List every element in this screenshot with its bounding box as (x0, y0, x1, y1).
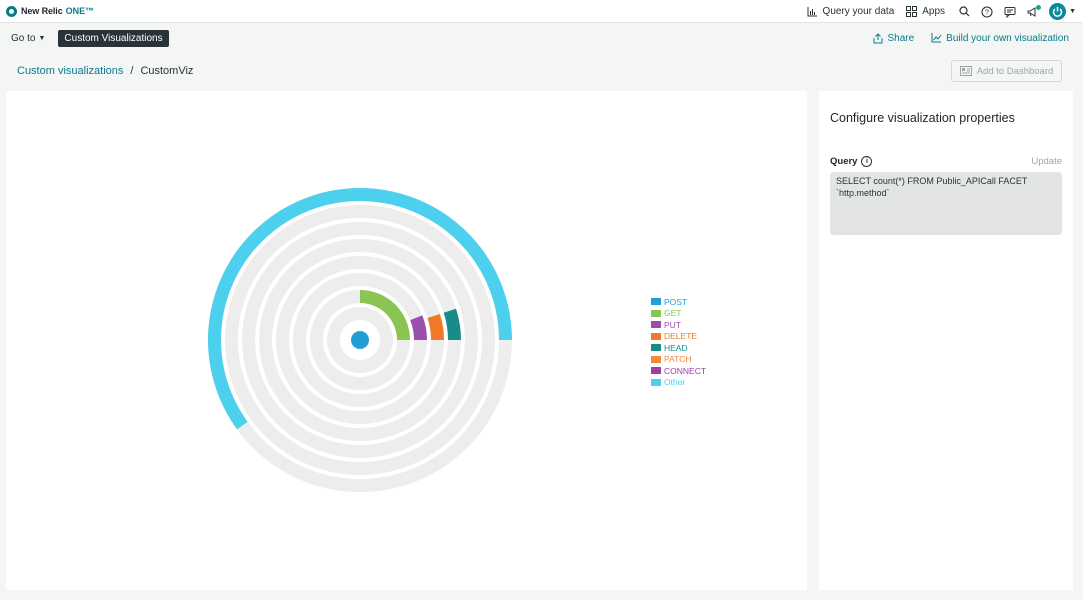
legend-label: PUT (664, 319, 681, 330)
secondary-toolbar: Go to ▼ Custom Visualizations Share Buil… (0, 23, 1083, 53)
legend-swatch (651, 344, 661, 352)
legend-swatch (651, 355, 661, 363)
apps-label: Apps (922, 6, 946, 17)
apps-grid-icon (906, 6, 918, 17)
query-label-group: Query i (830, 156, 873, 167)
chevron-down-icon[interactable]: ▼ (1069, 8, 1076, 15)
legend-label: CONNECT (664, 365, 707, 376)
visualization-panel: POST GET PUT DELETE HEAD PATCH CONNECT Other (6, 91, 807, 590)
breadcrumb: Custom visualizations / CustomViz (17, 65, 193, 77)
brand-logo-group[interactable]: New Relic ONE™ (6, 5, 95, 17)
radial-bar-center-post[interactable] (351, 331, 369, 349)
legend-label: Other (664, 377, 686, 388)
bar-chart-icon (807, 6, 817, 16)
new-relic-logo-icon (6, 5, 17, 17)
legend-item-get[interactable]: GET (651, 308, 706, 320)
top-navigation: New Relic ONE™ Query your data Apps ? ▼ (0, 0, 1083, 23)
legend-item-connect[interactable]: CONNECT (651, 365, 706, 377)
notification-dot (1036, 4, 1042, 10)
power-icon (1052, 7, 1063, 17)
user-avatar[interactable] (1049, 3, 1067, 20)
radial-bar-head[interactable] (443, 308, 461, 340)
help-icon[interactable]: ? (980, 5, 994, 19)
legend-item-put[interactable]: PUT (651, 319, 706, 331)
brand-name: New Relic (21, 6, 63, 16)
legend-label: GET (664, 308, 682, 319)
svg-text:?: ? (985, 9, 989, 16)
legend-swatch (651, 378, 661, 386)
legend-label: POST (664, 296, 688, 307)
legend-label: DELETE (664, 331, 698, 342)
chevron-down-icon: ▼ (38, 34, 46, 42)
query-your-data-label: Query your data (822, 6, 895, 17)
query-input[interactable]: SELECT count(*) FROM Public_APICall FACE… (830, 172, 1062, 235)
goto-label: Go to (11, 32, 36, 44)
legend-item-head[interactable]: HEAD (651, 342, 706, 354)
share-label: Share (887, 32, 915, 44)
update-button[interactable]: Update (1031, 156, 1062, 167)
brand-product: ONE™ (65, 6, 95, 16)
chart-legend: POST GET PUT DELETE HEAD PATCH CONNECT Other (651, 296, 706, 388)
legend-swatch (651, 367, 661, 375)
dashboard-icon (959, 66, 972, 76)
query-your-data-button[interactable]: Query your data (807, 6, 895, 17)
share-button[interactable]: Share (873, 33, 914, 44)
add-to-dashboard-button[interactable]: Add to Dashboard (951, 60, 1062, 82)
custom-visualizations-chip[interactable]: Custom Visualizations (58, 29, 169, 47)
goto-menu[interactable]: Go to ▼ (11, 33, 45, 44)
query-label: Query (830, 156, 858, 167)
config-title: Configure visualization properties (830, 111, 1015, 125)
search-icon[interactable] (957, 5, 971, 19)
feedback-icon[interactable] (1003, 5, 1017, 19)
legend-swatch (651, 332, 661, 340)
legend-swatch (651, 309, 661, 317)
build-visualization-button[interactable]: Build your own visualization (931, 33, 1069, 44)
legend-label: PATCH (664, 354, 692, 365)
legend-swatch (651, 321, 661, 329)
chart-line-icon (931, 33, 942, 43)
legend-swatch (651, 298, 661, 306)
page-title: CustomViz (140, 65, 194, 77)
breadcrumb-separator: / (130, 65, 134, 77)
legend-item-patch[interactable]: PATCH (651, 354, 706, 366)
configuration-panel: Configure visualization properties Query… (819, 91, 1073, 590)
legend-item-delete[interactable]: DELETE (651, 331, 706, 343)
build-visualization-label: Build your own visualization (946, 32, 1069, 44)
breadcrumb-parent-link[interactable]: Custom visualizations (17, 65, 123, 77)
radial-bar-delete[interactable] (427, 314, 444, 340)
announcements-icon[interactable] (1026, 4, 1042, 19)
add-to-dashboard-label: Add to Dashboard (976, 65, 1054, 77)
legend-label: HEAD (664, 342, 688, 353)
legend-item-other[interactable]: Other (651, 377, 706, 389)
apps-button[interactable]: Apps (906, 6, 945, 17)
share-icon (873, 32, 883, 43)
legend-item-post[interactable]: POST (651, 296, 706, 308)
info-icon[interactable]: i (861, 156, 873, 167)
